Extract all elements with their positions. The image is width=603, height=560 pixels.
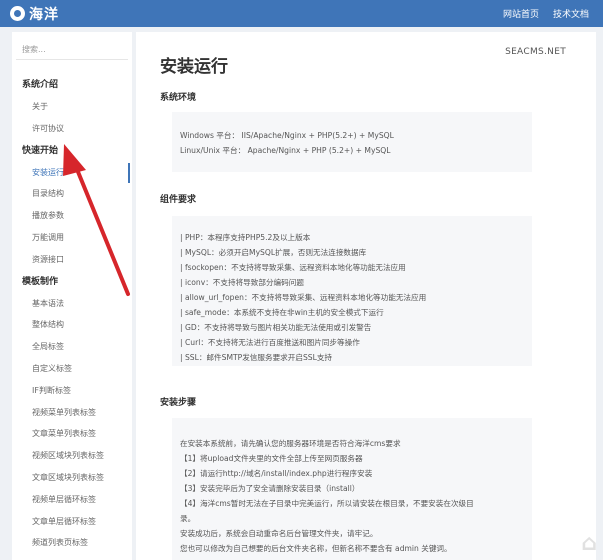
watermark: ⌂	[581, 531, 597, 556]
watermark-logo-icon: ⌂	[581, 531, 597, 556]
red-arrow-icon	[63, 144, 130, 296]
